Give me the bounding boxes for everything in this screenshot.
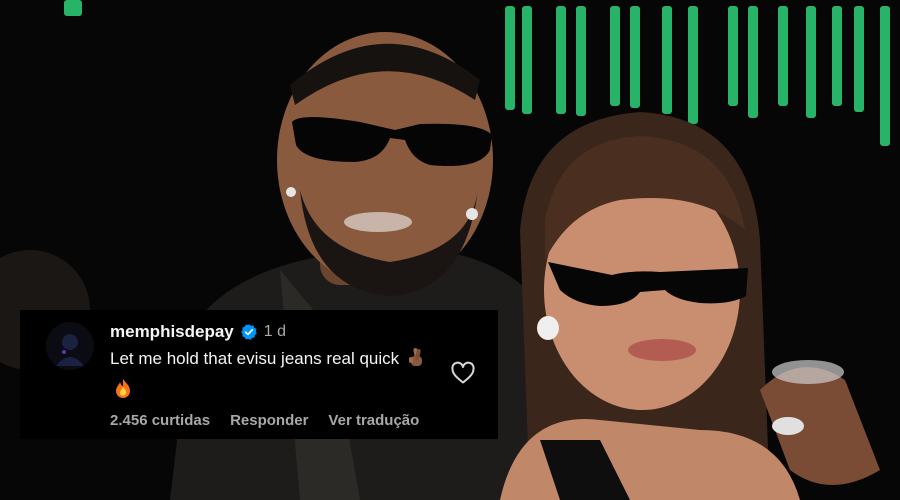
- comment-card: memphisdepay 1 d Let me hold that evisu …: [20, 310, 498, 439]
- heart-icon[interactable]: [450, 361, 476, 385]
- fire-icon: [114, 378, 132, 407]
- reply-button[interactable]: Responder: [230, 412, 308, 429]
- comment-header: memphisdepay 1 d: [110, 321, 286, 343]
- comment-age: 1 d: [263, 323, 287, 340]
- comment-actions: 2.456 curtidas Responder Ver tradução: [110, 412, 419, 429]
- username-link[interactable]: memphisdepay: [110, 322, 234, 342]
- comment-text: Let me hold that evisu jeans real quick: [110, 349, 400, 368]
- comment-body: Let me hold that evisu jeans real quick: [110, 345, 440, 407]
- crossed-fingers-icon: [408, 347, 426, 376]
- verified-badge-icon: [240, 323, 258, 341]
- likes-count-link[interactable]: 2.456 curtidas: [110, 412, 210, 429]
- translate-button[interactable]: Ver tradução: [328, 412, 419, 429]
- avatar-icon[interactable]: [46, 322, 94, 370]
